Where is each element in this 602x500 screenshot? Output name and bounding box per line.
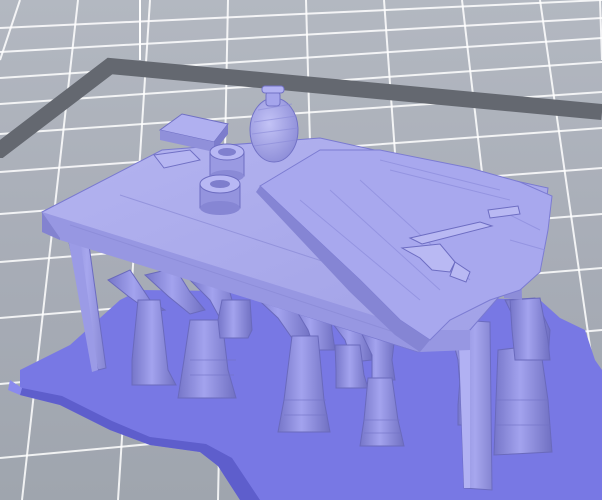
3d-viewport[interactable] (0, 0, 602, 500)
cup-front[interactable] (199, 174, 241, 215)
build-plate-border (0, 57, 602, 158)
scene-canvas[interactable] (0, 0, 602, 500)
bottle-model[interactable] (249, 85, 299, 163)
